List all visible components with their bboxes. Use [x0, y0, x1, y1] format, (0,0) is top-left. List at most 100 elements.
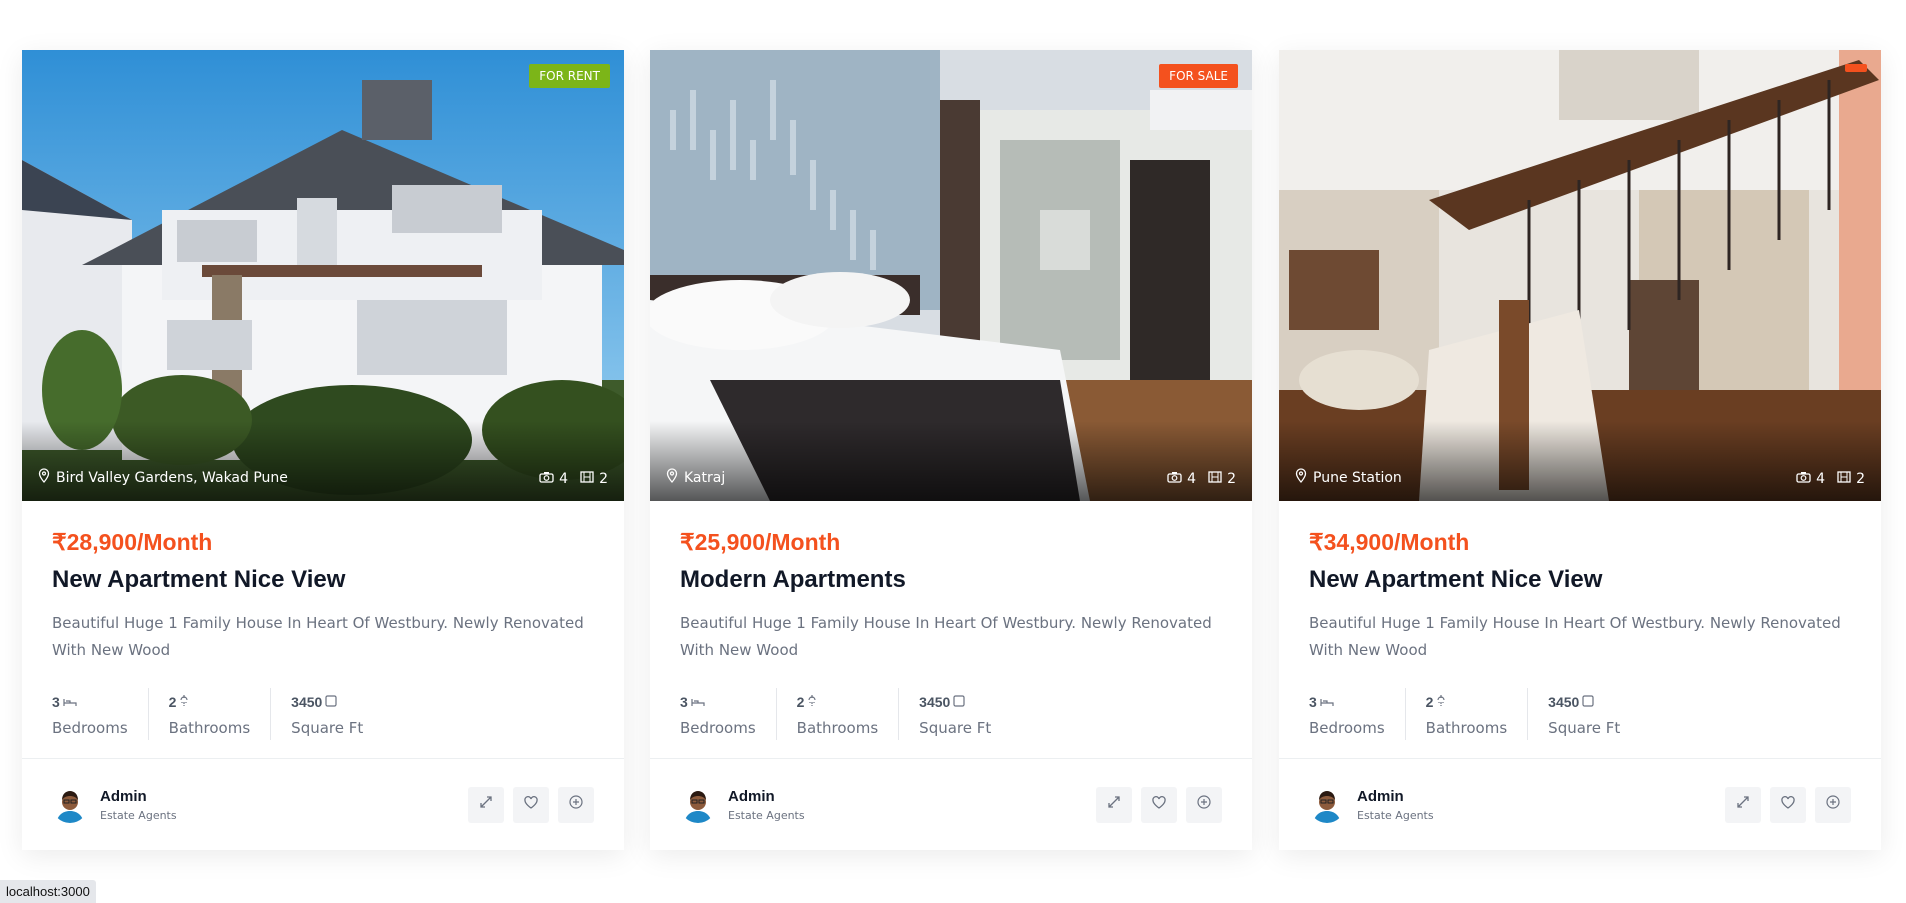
location-text: Katraj	[684, 469, 726, 486]
card-footer: Admin Estate Agents	[1279, 758, 1881, 850]
stat-bathrooms: 2 Bathrooms	[797, 688, 900, 740]
location: Bird Valley Gardens, Wakad Pune	[38, 468, 288, 487]
property-price: ₹34,900/Month	[1309, 529, 1470, 555]
square-icon	[325, 694, 337, 710]
camera-icon	[1796, 471, 1811, 487]
square-icon	[953, 694, 965, 710]
image-overlay	[650, 421, 1252, 501]
stat-bedrooms: 3 Bedrooms	[680, 688, 777, 740]
agent-name[interactable]: Admin	[728, 788, 805, 805]
favorite-button[interactable]	[513, 786, 549, 823]
property-stats: 3 Bedrooms 2 Bathrooms 3450 Square Ft	[680, 688, 1222, 740]
expand-button[interactable]	[1096, 786, 1132, 823]
map-pin-icon	[38, 468, 50, 487]
add-button[interactable]	[1815, 786, 1851, 823]
camera-icon	[1167, 471, 1182, 487]
heart-icon	[1152, 795, 1166, 814]
location-text: Bird Valley Gardens, Wakad Pune	[56, 469, 288, 486]
agent-role: Estate Agents	[100, 808, 177, 822]
video-count: 2	[1227, 471, 1236, 487]
add-button[interactable]	[1186, 786, 1222, 823]
stat-area: 3450 Square Ft	[291, 688, 383, 740]
map-pin-icon	[666, 468, 678, 487]
bedrooms-count: 3	[680, 694, 688, 710]
status-bar-url: localhost:3000	[0, 880, 96, 903]
area-label: Square Ft	[291, 719, 364, 737]
card-actions	[1096, 786, 1222, 823]
bathrooms-label: Bathrooms	[168, 719, 251, 737]
bathrooms-label: Bathrooms	[1425, 719, 1508, 737]
bathrooms-count: 2	[168, 694, 177, 710]
film-icon	[1208, 471, 1222, 487]
property-card[interactable]: FOR SALE Katraj 4 2 ₹25,900/Month Modern…	[650, 50, 1252, 850]
property-description: Beautiful Huge 1 Family House In Heart O…	[52, 614, 584, 659]
area-value: 3450	[1548, 694, 1580, 710]
add-button[interactable]	[558, 786, 594, 823]
area-value: 3450	[291, 694, 323, 710]
bathrooms-label: Bathrooms	[796, 719, 879, 737]
agent-role: Estate Agents	[1357, 808, 1434, 822]
favorite-button[interactable]	[1141, 786, 1177, 823]
expand-icon	[1736, 795, 1750, 814]
location: Katraj	[666, 468, 725, 487]
property-title[interactable]: New Apartment Nice View	[52, 566, 594, 594]
media-counts: 4 2	[1796, 471, 1865, 487]
heart-icon	[524, 795, 538, 814]
card-footer: Admin Estate Agents	[22, 758, 624, 850]
bathrooms-count: 2	[796, 694, 805, 710]
bedrooms-label: Bedrooms	[680, 719, 756, 737]
property-title[interactable]: Modern Apartments	[680, 566, 1222, 594]
property-stats: 3 Bedrooms 2 Bathrooms 3450 Square Ft	[52, 688, 594, 740]
property-card[interactable]: FOR RENT Bird Valley Gardens, Wakad Pune…	[22, 50, 624, 850]
stat-area: 3450 Square Ft	[1548, 688, 1640, 740]
bedrooms-label: Bedrooms	[1309, 719, 1385, 737]
agent-name[interactable]: Admin	[100, 788, 177, 805]
avatar[interactable]	[1309, 786, 1345, 823]
film-icon	[580, 471, 594, 487]
agent-info: Admin Estate Agents	[100, 788, 177, 822]
favorite-button[interactable]	[1770, 786, 1806, 823]
shower-icon	[179, 694, 189, 710]
bed-icon	[1320, 694, 1334, 710]
stat-bedrooms: 3 Bedrooms	[52, 688, 149, 740]
avatar[interactable]	[52, 786, 88, 823]
video-count: 2	[1856, 471, 1865, 487]
avatar[interactable]	[680, 786, 716, 823]
agent-role: Estate Agents	[728, 808, 805, 822]
location: Pune Station	[1295, 468, 1402, 487]
agent-info: Admin Estate Agents	[728, 788, 805, 822]
plus-circle-icon	[569, 795, 583, 814]
photo-count: 4	[1816, 471, 1826, 487]
bedrooms-count: 3	[52, 694, 60, 710]
expand-button[interactable]	[1725, 786, 1761, 823]
expand-button[interactable]	[468, 786, 504, 823]
camera-icon	[539, 471, 554, 487]
card-footer: Admin Estate Agents	[650, 758, 1252, 850]
bedrooms-label: Bedrooms	[52, 719, 128, 737]
agent-name[interactable]: Admin	[1357, 788, 1434, 805]
map-pin-icon	[1295, 468, 1307, 487]
bed-icon	[63, 694, 77, 710]
property-image[interactable]: Pune Station 4 2	[1279, 50, 1881, 501]
stat-bathrooms: 2 Bathrooms	[169, 688, 272, 740]
property-image[interactable]: FOR RENT Bird Valley Gardens, Wakad Pune…	[22, 50, 624, 501]
heart-icon	[1781, 795, 1795, 814]
status-badge: FOR SALE	[1159, 64, 1238, 88]
property-card[interactable]: Pune Station 4 2 ₹34,900/Month New Apart…	[1279, 50, 1881, 850]
bathrooms-count: 2	[1425, 694, 1434, 710]
bedrooms-count: 3	[1309, 694, 1317, 710]
expand-icon	[479, 795, 493, 814]
expand-icon	[1107, 795, 1121, 814]
plus-circle-icon	[1197, 795, 1211, 814]
area-label: Square Ft	[1548, 719, 1621, 737]
stat-bedrooms: 3 Bedrooms	[1309, 688, 1406, 740]
property-stats: 3 Bedrooms 2 Bathrooms 3450 Square Ft	[1309, 688, 1851, 740]
stat-bathrooms: 2 Bathrooms	[1426, 688, 1529, 740]
stat-area: 3450 Square Ft	[919, 688, 1011, 740]
property-listing-page: FOR RENT Bird Valley Gardens, Wakad Pune…	[0, 0, 1906, 903]
property-description: Beautiful Huge 1 Family House In Heart O…	[680, 614, 1212, 659]
property-description: Beautiful Huge 1 Family House In Heart O…	[1309, 614, 1841, 659]
property-title[interactable]: New Apartment Nice View	[1309, 566, 1851, 594]
photo-count: 4	[559, 471, 569, 487]
property-image[interactable]: FOR SALE Katraj 4 2	[650, 50, 1252, 501]
